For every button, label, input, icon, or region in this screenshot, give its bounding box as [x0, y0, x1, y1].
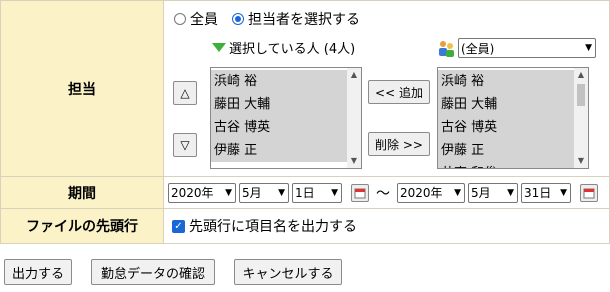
list-item[interactable]: 伊藤 正: [211, 139, 347, 162]
list-item[interactable]: 浜崎 裕: [438, 70, 574, 93]
chevron-down-icon: ▼: [585, 43, 592, 53]
radio-all-label[interactable]: 全員: [190, 9, 218, 29]
file-header-checkbox-label[interactable]: 先頭行に項目名を出力する: [189, 216, 357, 236]
from-month-select[interactable]: 5月 ▼: [239, 182, 289, 203]
scroll-thumb[interactable]: [577, 84, 585, 106]
file-header-option[interactable]: ✓ 先頭行に項目名を出力する: [164, 209, 609, 243]
from-day-value: 1日: [295, 186, 315, 200]
calendar-icon[interactable]: [580, 183, 598, 202]
to-day-value: 31日: [524, 186, 552, 200]
list-item[interactable]: 藤田 大輔: [438, 93, 574, 116]
radio-all-group[interactable]: 全員: [174, 9, 218, 29]
remove-button[interactable]: 削除 >>: [368, 132, 430, 156]
selected-people-text: 選択している人 (4人): [229, 42, 356, 57]
from-year-value: 2020年: [171, 186, 214, 200]
scroll-down-icon[interactable]: ▼: [574, 154, 588, 168]
period-row-label: 期間: [0, 176, 164, 209]
to-year-select[interactable]: 2020年 ▼: [397, 182, 465, 203]
list-item[interactable]: 藤田 大輔: [211, 93, 347, 116]
file-header-row-label: ファイルの先頭行: [0, 208, 164, 244]
selected-people-list[interactable]: 浜崎 裕藤田 大輔 古谷 博英 伊藤 正 ▲ ▼: [210, 67, 362, 169]
from-month-value: 5月: [242, 186, 262, 200]
list-item[interactable]: 浜崎 裕: [211, 70, 347, 93]
green-triangle-icon: [212, 42, 226, 52]
radio-all[interactable]: [174, 13, 186, 25]
source-list-scrollbar[interactable]: ▲ ▼: [574, 68, 588, 168]
calendar-icon[interactable]: [351, 183, 369, 202]
output-button[interactable]: 出力する: [4, 259, 72, 285]
people-group-icon: [439, 41, 454, 57]
assignee-row-label: 担当: [0, 0, 164, 177]
checkbox-checked-icon[interactable]: ✓: [172, 219, 185, 233]
list-item[interactable]: 古谷 博英: [211, 116, 347, 139]
cancel-button[interactable]: キャンセルする: [234, 259, 342, 285]
period-controls: 2020年 ▼ 5月 ▼ 1日 ▼ ～ 2020年 ▼ 5月 ▼ 31日 ▼: [164, 177, 609, 208]
move-up-button[interactable]: △: [173, 81, 197, 105]
period-cell: 2020年 ▼ 5月 ▼ 1日 ▼ ～ 2020年 ▼ 5月 ▼ 31日 ▼: [163, 176, 610, 209]
radio-select-group[interactable]: 担当者を選択する: [232, 9, 360, 29]
selected-list-scrollbar[interactable]: ▲ ▼: [347, 68, 361, 168]
selected-people-heading: 選択している人 (4人): [212, 38, 355, 57]
to-day-select[interactable]: 31日 ▼: [521, 182, 571, 203]
chevron-down-icon: ▼: [225, 187, 232, 198]
from-year-select[interactable]: 2020年 ▼: [168, 182, 236, 203]
scroll-up-icon[interactable]: ▲: [347, 68, 361, 82]
to-month-value: 5月: [471, 186, 491, 200]
radio-select-label[interactable]: 担当者を選択する: [248, 9, 360, 29]
chevron-down-icon: ▼: [331, 187, 338, 198]
export-form-table: 担当 全員 担当者を選択する 選択している人 (4人) △ ▽ 浜崎 裕藤田 大…: [0, 0, 610, 244]
assignee-cell: 全員 担当者を選択する 選択している人 (4人) △ ▽ 浜崎 裕藤田 大輔 古谷…: [163, 0, 610, 177]
chevron-down-icon: ▼: [507, 187, 514, 198]
chevron-down-icon: ▼: [454, 187, 461, 198]
add-button[interactable]: << 追加: [368, 80, 430, 104]
to-year-value: 2020年: [400, 186, 443, 200]
list-item[interactable]: 古谷 博英: [438, 116, 574, 139]
group-select-wrap: (全員) ▼: [437, 38, 596, 58]
list-item[interactable]: 井東 和俊: [438, 162, 574, 168]
list-item[interactable]: 伊藤 正: [438, 139, 574, 162]
group-select-value: (全員): [461, 41, 495, 56]
period-separator: ～: [376, 185, 390, 202]
radio-select-assignees[interactable]: [232, 13, 244, 25]
chevron-down-icon: ▼: [560, 187, 567, 198]
group-select[interactable]: (全員) ▼: [458, 38, 596, 58]
source-people-list[interactable]: 浜崎 裕藤田 大輔古谷 博英伊藤 正井東 和俊 ▲ ▼: [437, 67, 589, 169]
chevron-down-icon: ▼: [278, 187, 285, 198]
check-attendance-button[interactable]: 勤怠データの確認: [91, 259, 215, 285]
to-month-select[interactable]: 5月 ▼: [468, 182, 518, 203]
scroll-up-icon[interactable]: ▲: [574, 68, 588, 82]
scroll-down-icon[interactable]: ▼: [347, 154, 361, 168]
file-header-cell: ✓ 先頭行に項目名を出力する: [163, 208, 610, 244]
from-day-select[interactable]: 1日 ▼: [292, 182, 342, 203]
move-down-button[interactable]: ▽: [173, 133, 197, 157]
